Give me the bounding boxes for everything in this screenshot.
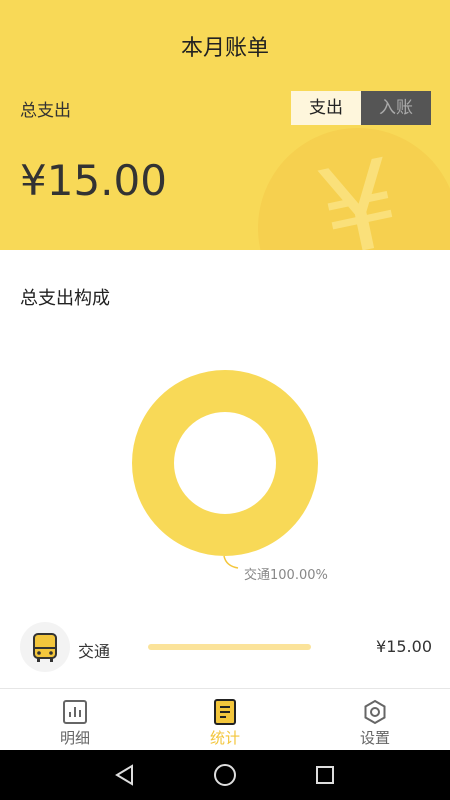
tab-details[interactable]: 明细 bbox=[0, 689, 150, 751]
total-amount: ¥15.00 bbox=[20, 156, 167, 205]
bus-icon bbox=[20, 622, 70, 672]
donut-slice-交通 bbox=[132, 370, 318, 556]
total-expense-label: 总支出 bbox=[20, 101, 71, 121]
list-item-amount: ¥15.00 bbox=[376, 637, 432, 656]
toggle-income[interactable]: 入账 bbox=[361, 91, 431, 125]
tab-settings[interactable]: 设置 bbox=[300, 689, 450, 751]
tab-statistics[interactable]: 统计 bbox=[150, 689, 300, 751]
list-item[interactable]: 交通 ¥15.00 bbox=[0, 622, 450, 674]
expense-income-toggle[interactable]: 支出 入账 bbox=[291, 91, 431, 125]
bottom-tab-bar: 明细 统计 设置 bbox=[0, 688, 450, 751]
recents-icon[interactable] bbox=[312, 762, 338, 788]
list-item-label: 交通 bbox=[78, 642, 111, 661]
toggle-expense[interactable]: 支出 bbox=[291, 91, 361, 125]
chart-leader-line bbox=[223, 555, 239, 569]
system-nav-bar bbox=[0, 750, 450, 800]
chart-icon bbox=[63, 700, 87, 724]
home-icon[interactable] bbox=[212, 762, 238, 788]
list-item-progress-bar bbox=[148, 644, 311, 650]
breakdown-title: 总支出构成 bbox=[20, 288, 110, 309]
header-banner: ¥ 本月账单 总支出 支出 入账 ¥15.00 bbox=[0, 0, 450, 250]
tab-statistics-label: 统计 bbox=[209, 729, 240, 747]
back-icon[interactable] bbox=[112, 762, 138, 788]
page-title: 本月账单 bbox=[180, 36, 269, 61]
gear-icon bbox=[364, 699, 386, 725]
donut-chart: 交通100.00% bbox=[132, 370, 328, 583]
chart-slice-label: 交通100.00% bbox=[244, 567, 328, 583]
tab-settings-label: 设置 bbox=[359, 729, 390, 747]
tab-details-label: 明细 bbox=[59, 729, 90, 747]
document-icon bbox=[214, 699, 236, 725]
